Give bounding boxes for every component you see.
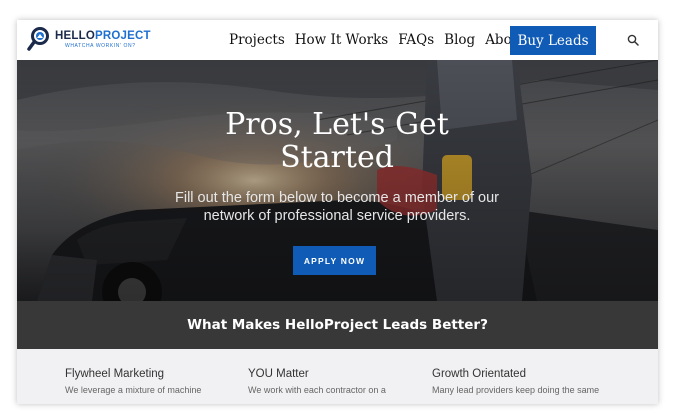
feature-text: We work with each contractor on a [248, 385, 386, 395]
brand-name: HELLOPROJECT [55, 30, 151, 42]
hero-section: Pros, Let's Get Started Fill out the for… [17, 60, 658, 301]
site-header: HELLOPROJECT WHATCHA WORKIN' ON? Project… [17, 20, 658, 60]
nav-item-projects[interactable]: Projects [229, 32, 285, 48]
nav-item-blog[interactable]: Blog [444, 32, 475, 48]
logo[interactable]: HELLOPROJECT WHATCHA WORKIN' ON? [27, 26, 157, 56]
brand-tagline: WHATCHA WORKIN' ON? [65, 43, 136, 49]
feature-text: We leverage a mixture of machine [65, 385, 202, 395]
main-nav: Projects How It Works FAQs Blog About [229, 20, 526, 60]
apply-now-button[interactable]: APPLY NOW [293, 246, 376, 275]
feature-text: Many lead providers keep doing the same [432, 385, 600, 395]
section-heading: What Makes HelloProject Leads Better? [187, 317, 488, 333]
magnifier-logo-icon [27, 27, 49, 51]
search-icon[interactable] [627, 34, 639, 46]
feature-card: Growth Orientated Many lead providers ke… [432, 368, 617, 395]
feature-title: Flywheel Marketing [65, 368, 165, 380]
hero-subtitle: Fill out the form below to become a memb… [175, 190, 499, 224]
buy-leads-button[interactable]: Buy Leads [510, 26, 596, 55]
feature-title: Growth Orientated [432, 368, 526, 380]
browser-page: HELLOPROJECT WHATCHA WORKIN' ON? Project… [17, 20, 658, 404]
section-heading-band: What Makes HelloProject Leads Better? [17, 301, 658, 349]
nav-item-how-it-works[interactable]: How It Works [295, 32, 388, 48]
nav-item-faqs[interactable]: FAQs [398, 32, 434, 48]
feature-card: Flywheel Marketing We leverage a mixture… [65, 368, 250, 395]
feature-card: YOU Matter We work with each contractor … [248, 368, 433, 395]
features-section: Flywheel Marketing We leverage a mixture… [17, 349, 658, 404]
feature-title: YOU Matter [248, 368, 309, 380]
hero-title: Pros, Let's Get Started [225, 107, 449, 175]
